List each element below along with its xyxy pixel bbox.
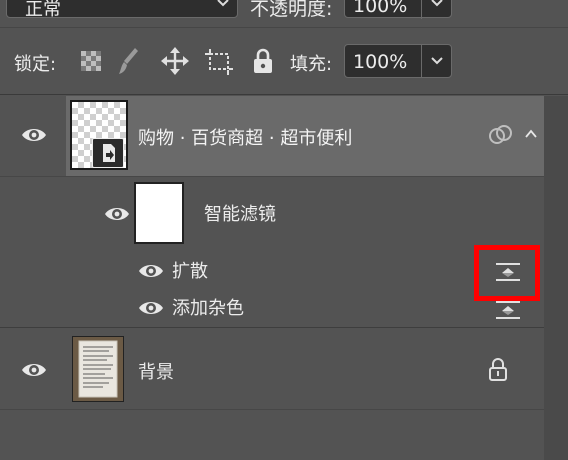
filter-blending-options-icon[interactable] (494, 261, 522, 283)
fill-field[interactable]: 100% (344, 44, 452, 78)
divider (421, 0, 422, 19)
fill-value: 100% (353, 51, 408, 73)
eye-icon[interactable] (137, 261, 165, 281)
eye-icon[interactable] (20, 125, 48, 145)
divider (0, 94, 568, 95)
lock-artboard-icon[interactable] (204, 48, 234, 76)
chevron-down-icon[interactable] (429, 55, 445, 67)
divider (0, 176, 544, 177)
fill-label: 填充: (290, 54, 333, 75)
linked-icon (488, 124, 514, 146)
lock-image-pixels-icon[interactable] (118, 46, 140, 76)
filter-name[interactable]: 添加杂色 (172, 294, 244, 320)
background-layer-thumbnail (72, 336, 124, 402)
smart-object-badge-icon (92, 138, 124, 168)
filter-name[interactable]: 扩散 (172, 257, 208, 283)
smart-filters-label[interactable]: 智能滤镜 (204, 200, 276, 226)
layer-name-smart-object[interactable]: 购物 · 百货商超 · 超市便利 (138, 124, 352, 150)
filter-blending-options-icon[interactable] (494, 299, 522, 321)
chevron-down-icon (215, 0, 231, 9)
lock-icon[interactable] (488, 357, 508, 381)
opacity-label: 不透明度: (250, 0, 333, 20)
layer-name-background[interactable]: 背景 (138, 358, 174, 384)
layers-scrollbar-track[interactable] (544, 96, 568, 460)
eye-icon[interactable] (20, 360, 48, 380)
chevron-down-icon[interactable] (429, 0, 445, 9)
layers-empty-area (0, 410, 544, 460)
chevron-up-icon[interactable] (524, 128, 538, 140)
smart-filter-mask-thumbnail[interactable] (134, 182, 184, 244)
eye-icon[interactable] (103, 204, 131, 224)
blend-mode-value: 正常 (25, 0, 61, 20)
opacity-field[interactable]: 100% (344, 0, 452, 19)
lock-label: 锁定: (14, 54, 57, 75)
divider (0, 27, 568, 28)
eye-icon[interactable] (137, 298, 165, 318)
lock-position-icon[interactable] (160, 46, 190, 76)
blend-mode-dropdown[interactable]: 正常 (6, 0, 238, 20)
divider (421, 45, 422, 77)
lock-transparent-pixels-icon[interactable] (80, 50, 102, 72)
opacity-value: 100% (353, 0, 408, 17)
lock-all-icon[interactable] (252, 47, 274, 75)
